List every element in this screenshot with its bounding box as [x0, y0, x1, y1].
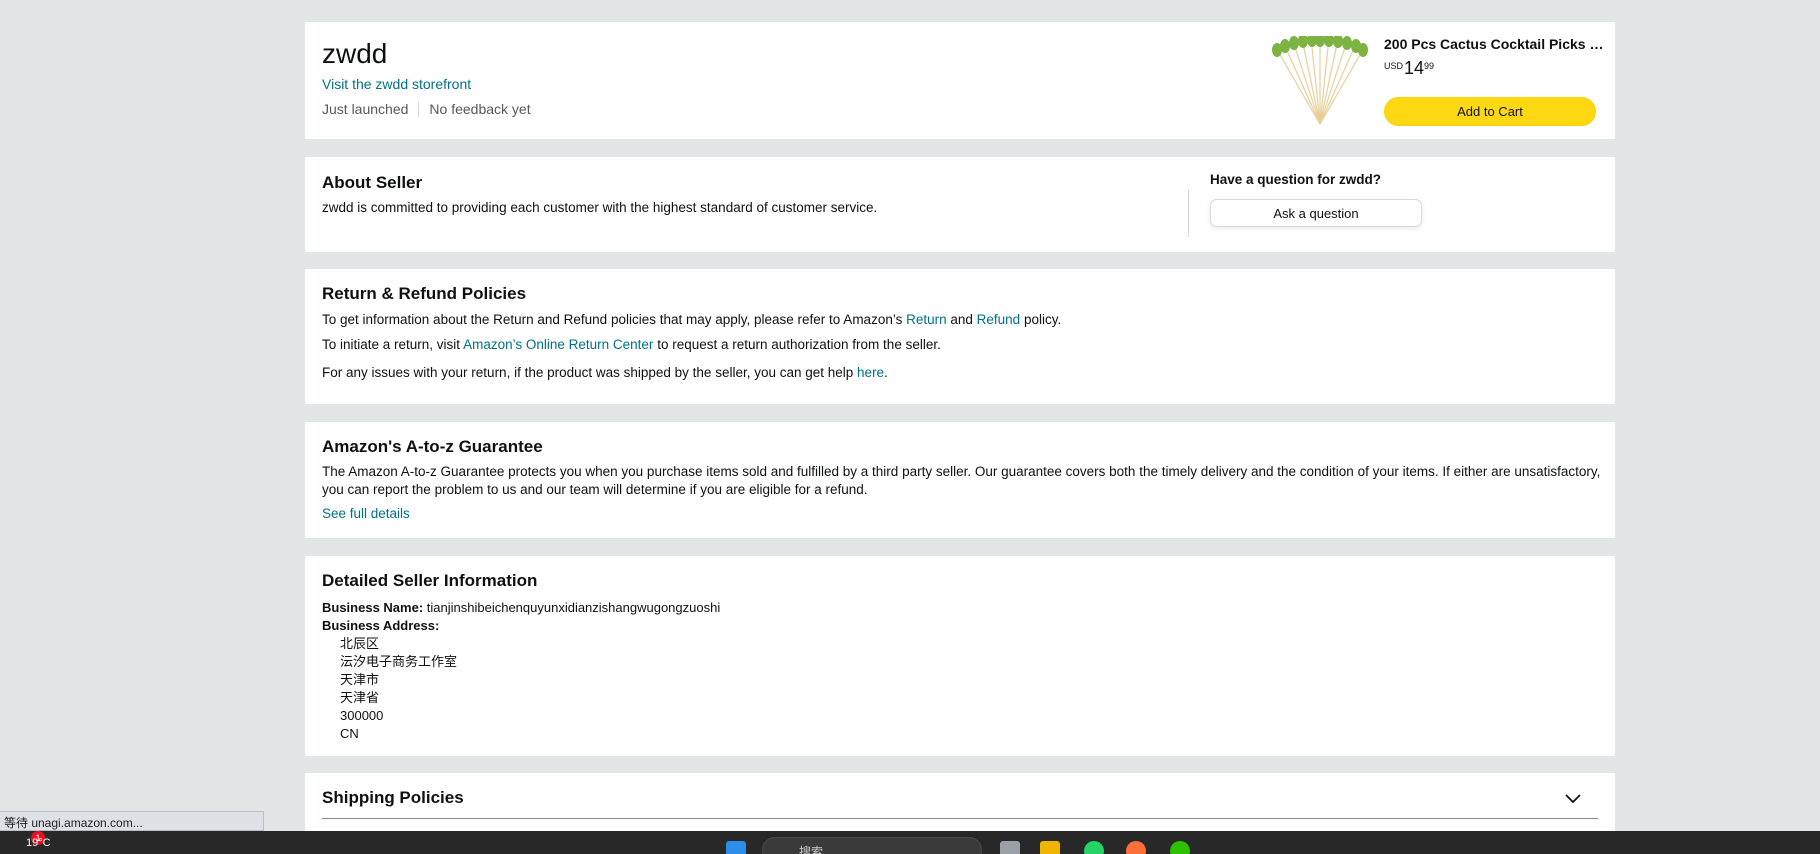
return-link[interactable]: Return: [906, 312, 947, 327]
status-feedback: No feedback yet: [429, 101, 531, 117]
about-seller-card: About Seller zwdd is committed to provid…: [305, 157, 1615, 252]
help-here-link[interactable]: here: [857, 365, 884, 380]
address-line: 沄汐电子商务工作室: [340, 654, 458, 669]
atoz-title: Amazon's A-to-z Guarantee: [322, 437, 543, 456]
product-title[interactable]: 200 Pcs Cactus Cocktail Picks 4.7 ...: [1384, 36, 1604, 52]
help-text: For any issues with your return, if the …: [322, 365, 858, 380]
atoz-text: The Amazon A-to-z Guarantee protects you…: [322, 464, 1601, 497]
about-seller-text: zwdd is committed to providing each cust…: [322, 200, 878, 215]
refund-link[interactable]: Refund: [977, 312, 1021, 327]
file-explorer-icon[interactable]: [1040, 841, 1060, 854]
address-line: 天津市: [340, 672, 380, 687]
ask-question-button[interactable]: Ask a question: [1210, 199, 1422, 227]
product-price: USD 14 99: [1384, 58, 1434, 79]
return-center-link[interactable]: Amazon’s Online Return Center: [463, 337, 653, 352]
business-address: 北辰区 沄汐电子商务工作室 天津市 天津省 300000 CN: [340, 635, 457, 743]
shipping-policies-title: Shipping Policies: [322, 788, 464, 807]
return-policies-card: Return & Refund Policies To get informat…: [305, 269, 1615, 404]
business-name-row: Business Name: tianjinshibeichenquyunxid…: [322, 600, 720, 615]
detailed-seller-title: Detailed Seller Information: [322, 571, 538, 590]
add-to-cart-button[interactable]: Add to Cart: [1384, 97, 1596, 126]
and-text: and: [946, 312, 977, 327]
browser-status-bar: 等待 unagi.amazon.com...: [0, 811, 264, 831]
return-center-line: To initiate a return, visit Amazon’s Onl…: [322, 337, 941, 352]
start-icon[interactable]: [726, 841, 746, 854]
status-launched: Just launched: [322, 101, 409, 117]
atoz-guarantee-card: Amazon's A-to-z Guarantee The Amazon A-t…: [305, 422, 1615, 538]
initiate-text: To initiate a return, visit: [322, 337, 464, 352]
about-seller-title: About Seller: [322, 173, 423, 192]
seller-status: Just launched No feedback yet: [322, 101, 531, 117]
return-policy-line: To get information about the Return and …: [322, 312, 1061, 327]
address-line: 北辰区: [340, 636, 380, 651]
period-text: .: [884, 365, 888, 380]
weather-temp[interactable]: 19°C: [26, 837, 51, 849]
status-divider: [418, 101, 420, 117]
address-line: 天津省: [340, 690, 380, 705]
authorization-text: to request a return authorization from t…: [653, 337, 941, 352]
policy-text: policy.: [1020, 312, 1062, 327]
business-name-label: Business Name:: [322, 600, 424, 615]
return-text: To get information about the Return and …: [322, 312, 907, 327]
seller-header-card: zwdd Visit the zwdd storefront Just laun…: [305, 22, 1615, 139]
price-currency: USD: [1384, 61, 1404, 71]
seller-name: zwdd: [322, 38, 388, 69]
see-full-details-link[interactable]: See full details: [322, 506, 410, 521]
task-view-icon[interactable]: [1000, 841, 1020, 854]
vertical-divider: [1188, 189, 1189, 237]
taskbar: 1 19°C 搜索: [0, 831, 1820, 854]
price-fraction: 99: [1424, 61, 1435, 71]
taskbar-search[interactable]: 搜索: [762, 837, 982, 854]
address-line: CN: [340, 726, 359, 741]
divider: [322, 818, 1598, 819]
firefox-icon[interactable]: [1126, 841, 1146, 854]
question-title: Have a question for zwdd?: [1210, 172, 1382, 187]
business-name-value: tianjinshibeichenquyunxidianzishangwugon…: [426, 600, 721, 615]
chevron-down-icon[interactable]: [1563, 791, 1583, 805]
address-line: 300000: [340, 708, 384, 723]
return-help-line: For any issues with your return, if the …: [322, 365, 888, 380]
detailed-seller-card: Detailed Seller Information Business Nam…: [305, 556, 1615, 756]
business-address-label: Business Address:: [322, 618, 440, 633]
wechat-icon[interactable]: [1170, 841, 1190, 854]
price-whole: 14: [1404, 58, 1425, 78]
product-image[interactable]: [1270, 36, 1370, 126]
storefront-link[interactable]: Visit the zwdd storefront: [322, 76, 471, 92]
whatsapp-icon[interactable]: [1084, 841, 1104, 854]
page: zwdd Visit the zwdd storefront Just laun…: [0, 0, 1820, 854]
return-policies-title: Return & Refund Policies: [322, 284, 527, 303]
